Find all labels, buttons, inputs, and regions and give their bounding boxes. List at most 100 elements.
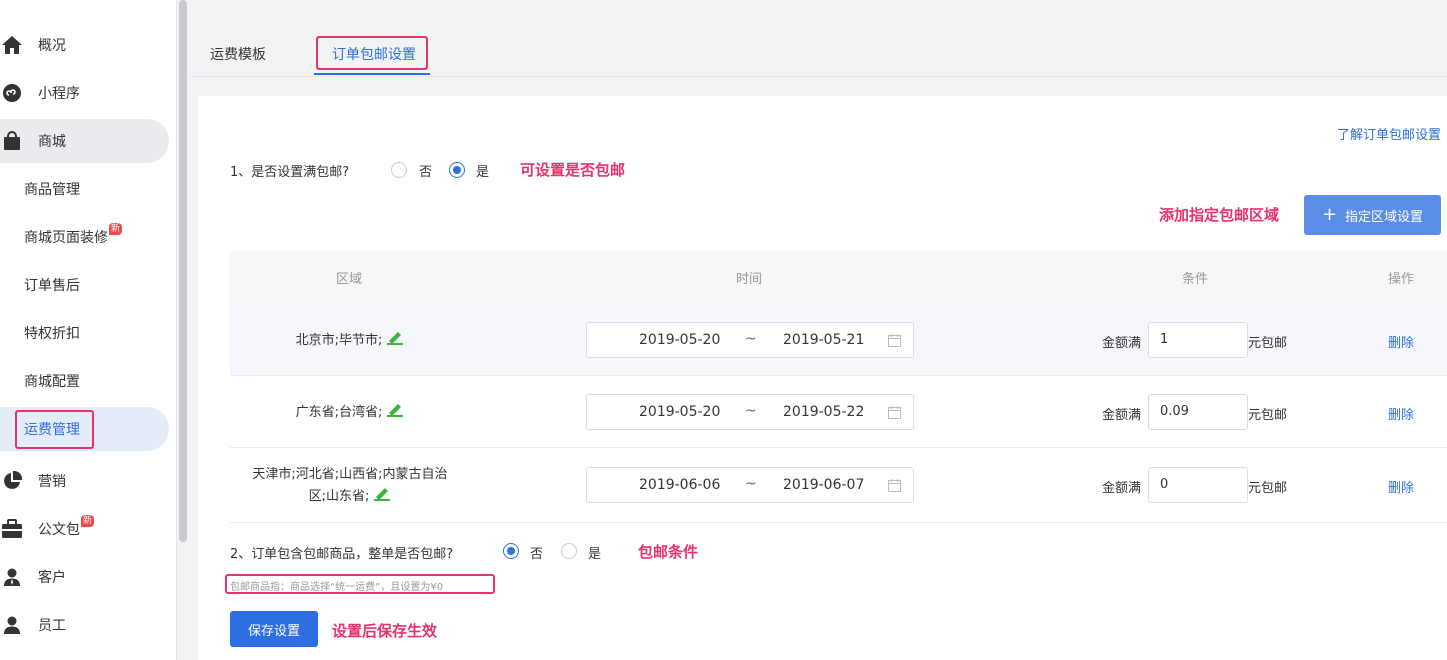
amount-input[interactable]: 1: [1148, 322, 1248, 358]
calendar-icon: [888, 479, 901, 496]
sidebar-item-label: 商城: [38, 134, 66, 150]
home-icon: [0, 33, 24, 57]
tab-bar: 运费模板 订单包邮设置: [190, 28, 1447, 77]
sidebar-item-briefcase[interactable]: 公文包 新: [0, 507, 169, 551]
plus-icon: +: [1321, 204, 1338, 225]
region-text: 广东省;台湾省;: [295, 405, 383, 420]
region-cell: 广东省;台湾省;: [230, 401, 470, 424]
table-row: 天津市;河北省;山西省;内蒙古自治 区;山东省; 2019-06-06 ~ 20…: [230, 448, 1447, 523]
delete-link[interactable]: 删除: [1388, 477, 1414, 496]
calendar-icon: [888, 406, 901, 423]
shopping-bag-icon: [0, 129, 24, 153]
mini-program-icon: [0, 81, 24, 105]
start-date: 2019-05-20: [639, 332, 721, 348]
highlight-box: [316, 36, 428, 70]
add-region-button[interactable]: + 指定区域设置: [1304, 195, 1441, 235]
radio-label: 否: [419, 165, 433, 180]
condition-suffix: 元包邮: [1248, 481, 1288, 496]
question-1-label: 1、是否设置满包邮?: [230, 165, 350, 180]
annotation-text: 包邮条件: [638, 543, 699, 561]
question-2-label: 2、订单包含包邮商品，整单是否包邮?: [230, 547, 454, 562]
sidebar-item-label: 员工: [38, 618, 66, 634]
sidebar-item-mall-decoration[interactable]: 商城页面装修 新: [0, 215, 169, 259]
button-label: 指定区域设置: [1345, 209, 1424, 225]
start-date: 2019-06-06: [639, 477, 721, 493]
condition-suffix: 元包邮: [1248, 408, 1288, 423]
condition-prefix: 金额满: [1102, 408, 1142, 423]
new-badge: 新: [81, 515, 95, 527]
sidebar-item-label: 订单售后: [24, 278, 80, 294]
annotation-text: 设置后保存生效: [332, 622, 438, 640]
sidebar-item-orders[interactable]: 订单售后: [0, 263, 169, 307]
date-range-picker[interactable]: 2019-05-20 ~ 2019-05-22: [586, 394, 914, 430]
amount-input[interactable]: 0.09: [1148, 394, 1248, 430]
annotation-text: 可设置是否包邮: [520, 161, 626, 179]
date-separator: ~: [745, 476, 757, 492]
sidebar-item-label: 商城页面装修: [24, 230, 108, 246]
sidebar-scrollbar[interactable]: [179, 0, 187, 542]
table-row: 北京市;毕节市; 2019-05-20 ~ 2019-05-21 金额满 1 元…: [230, 304, 1447, 376]
edit-pencil-icon[interactable]: [373, 485, 391, 508]
radio-q1-no[interactable]: [391, 162, 407, 178]
radio-q2-yes[interactable]: [561, 543, 577, 559]
employee-icon: [0, 613, 24, 637]
condition-suffix: 元包邮: [1248, 336, 1288, 351]
briefcase-icon: [0, 517, 24, 541]
sidebar-item-label: 概况: [38, 38, 66, 54]
sidebar-item-mini-program[interactable]: 小程序: [0, 71, 169, 115]
calendar-icon: [888, 334, 901, 351]
sidebar-item-marketing[interactable]: 营销: [0, 459, 169, 503]
region-text: 北京市;毕节市;: [295, 333, 383, 348]
sidebar-item-label: 小程序: [38, 86, 80, 102]
radio-label: 是: [588, 547, 602, 562]
end-date: 2019-06-07: [783, 477, 865, 493]
radio-q1-yes[interactable]: [449, 162, 465, 178]
radio-q2-no[interactable]: [503, 543, 519, 559]
sidebar-item-products[interactable]: 商品管理: [0, 167, 169, 211]
condition-prefix: 金额满: [1102, 481, 1142, 496]
start-date: 2019-05-20: [639, 404, 721, 420]
date-separator: ~: [745, 403, 757, 419]
region-text: 区;山东省;: [308, 489, 370, 504]
annotation-text: 添加指定包邮区域: [1159, 206, 1280, 224]
end-date: 2019-05-22: [783, 404, 865, 420]
table-row: 广东省;台湾省; 2019-05-20 ~ 2019-05-22 金额满 0.0…: [230, 376, 1447, 448]
sidebar-item-label: 特权折扣: [24, 326, 80, 342]
delete-link[interactable]: 删除: [1388, 404, 1414, 423]
delete-link[interactable]: 删除: [1388, 332, 1414, 351]
help-link[interactable]: 了解订单包邮设置: [1337, 124, 1441, 143]
highlight-box: [15, 410, 94, 449]
region-cell: 天津市;河北省;山西省;内蒙古自治 区;山东省;: [230, 464, 470, 508]
end-date: 2019-05-21: [783, 332, 865, 348]
region-text: 天津市;河北省;山西省;内蒙古自治: [252, 467, 448, 482]
sidebar-item-label: 公文包: [38, 522, 80, 538]
edit-pencil-icon[interactable]: [386, 329, 404, 352]
sidebar-item-overview[interactable]: 概况: [0, 23, 169, 67]
sidebar-item-label: 客户: [38, 570, 66, 586]
date-range-picker[interactable]: 2019-06-06 ~ 2019-06-07: [586, 467, 914, 503]
highlight-box: [225, 574, 495, 594]
edit-pencil-icon[interactable]: [386, 401, 404, 424]
free-shipping-table: 区域 时间 条件 操作 北京市;毕节市; 2019-05-20 ~ 2019-0…: [230, 251, 1447, 523]
sidebar-item-mall[interactable]: 商城: [0, 119, 169, 163]
app-root: 概况 小程序 商城 商品管理 商城页面装修 新 订单售后 特权折扣 商城配置 运…: [0, 0, 1447, 660]
sidebar-item-customers[interactable]: 客户: [0, 555, 169, 599]
column-header-time: 时间: [736, 272, 763, 287]
sidebar-item-mall-config[interactable]: 商城配置: [0, 359, 169, 403]
radio-label: 是: [476, 165, 490, 180]
sidebar-item-employees[interactable]: 员工: [0, 603, 169, 647]
date-separator: ~: [745, 331, 757, 347]
sidebar-item-discounts[interactable]: 特权折扣: [0, 311, 169, 355]
pie-chart-icon: [0, 469, 24, 493]
column-header-condition: 条件: [1182, 272, 1209, 287]
save-button[interactable]: 保存设置: [230, 611, 318, 647]
tab-shipping-template[interactable]: 运费模板: [210, 44, 266, 64]
sidebar-item-label: 营销: [38, 474, 66, 490]
new-badge: 新: [109, 223, 123, 235]
column-header-action: 操作: [1388, 272, 1415, 287]
sidebar-item-label: 商品管理: [24, 182, 80, 198]
table-header: 区域 时间 条件 操作: [230, 251, 1447, 304]
column-header-region: 区域: [336, 272, 363, 287]
amount-input[interactable]: 0: [1148, 467, 1248, 503]
date-range-picker[interactable]: 2019-05-20 ~ 2019-05-21: [586, 322, 914, 358]
